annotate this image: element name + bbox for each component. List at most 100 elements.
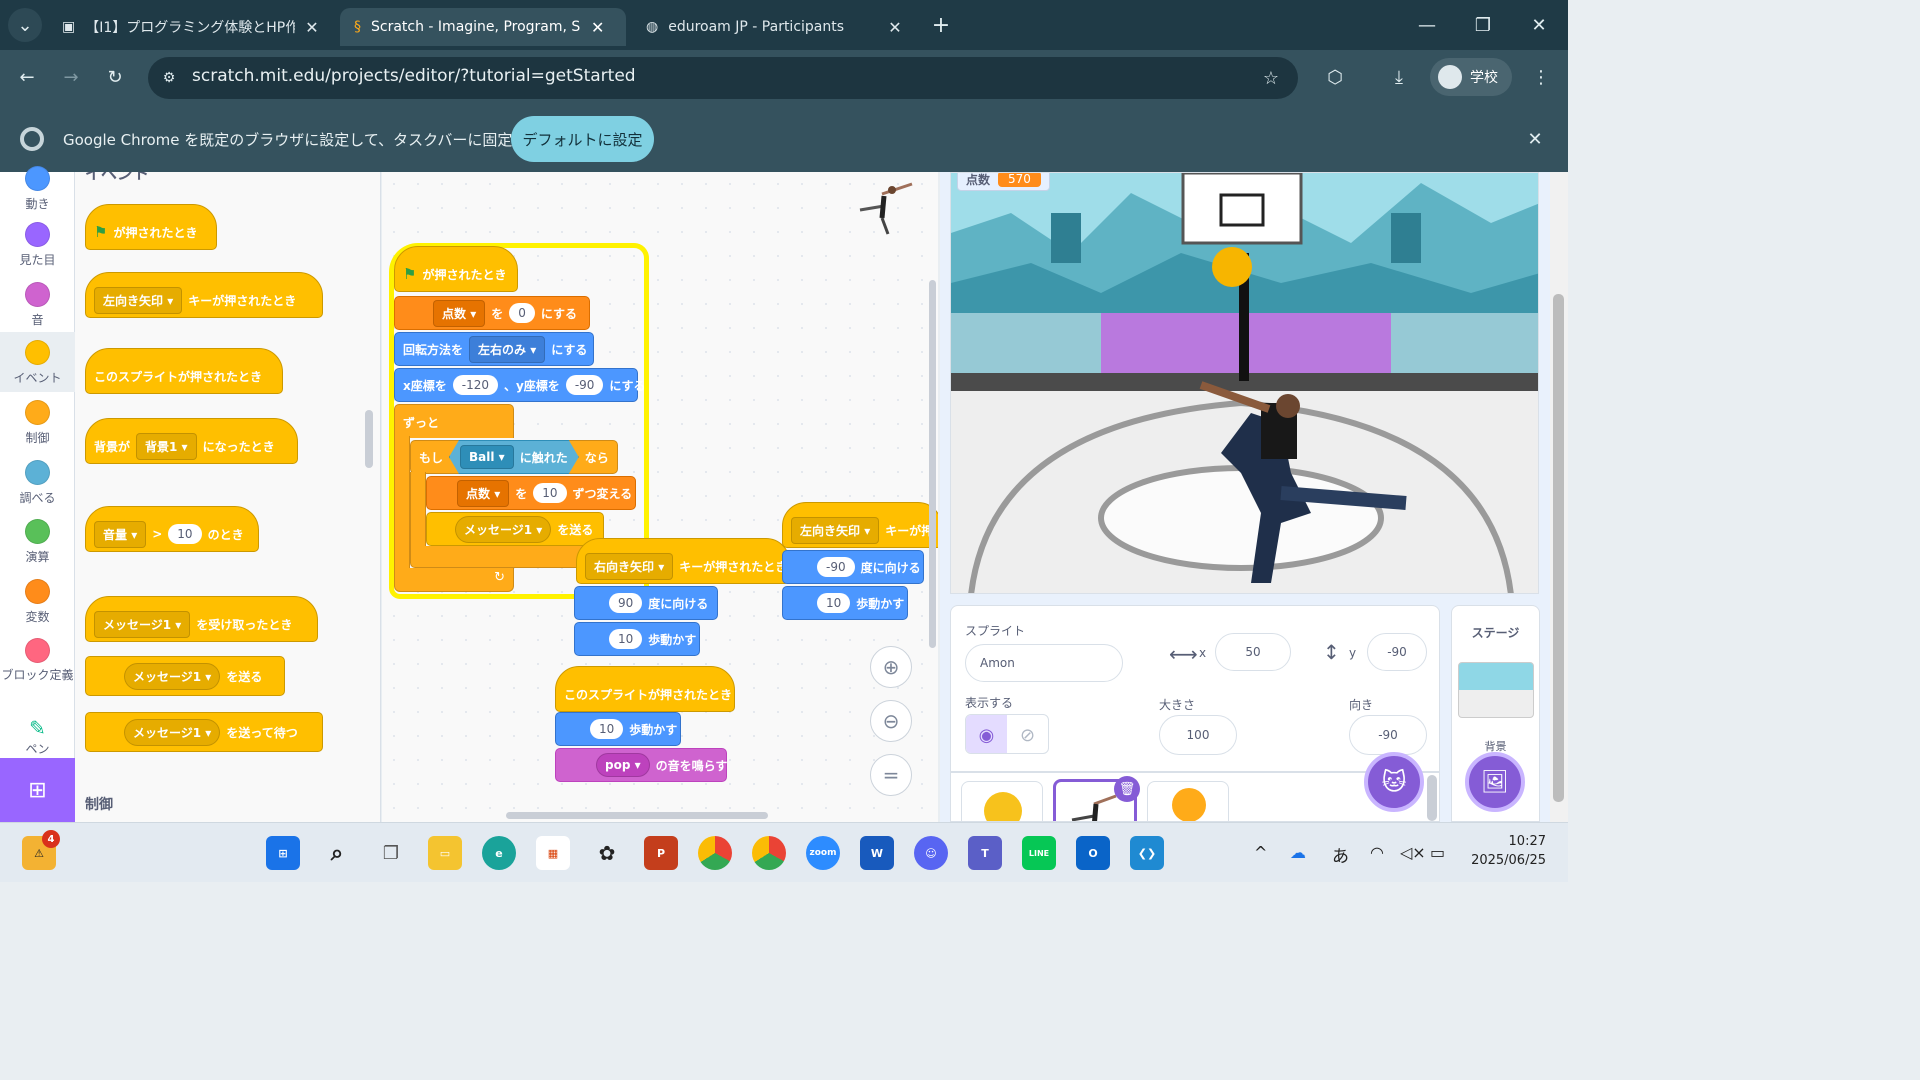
chatgpt-icon[interactable]: ✿ <box>590 836 624 870</box>
outlook-icon[interactable]: O <box>1076 836 1110 870</box>
sprite-list-scrollbar[interactable] <box>1427 775 1437 821</box>
minimize-icon[interactable]: — <box>1410 8 1444 42</box>
stage-thumbnail[interactable] <box>1458 662 1534 718</box>
sprite-name-input[interactable]: Amon <box>965 644 1123 682</box>
word-icon[interactable]: W <box>860 836 894 870</box>
forever-block[interactable]: ずっと <box>394 404 514 438</box>
palette-scrollbar[interactable] <box>365 410 373 468</box>
start-sound-block[interactable]: pop の音を鳴らす <box>555 748 727 782</box>
when-right-arrow-pressed-block[interactable]: 右向き矢印 キーが押されたとき <box>576 538 790 584</box>
infobar-close-icon[interactable]: ✕ <box>1518 122 1552 156</box>
sprite-thumb-cat[interactable] <box>1147 781 1229 821</box>
set-default-button[interactable]: デフォルトに設定 <box>511 116 654 162</box>
palette-when-receive[interactable]: メッセージ1 を受け取ったとき <box>85 596 318 642</box>
move-steps-block[interactable]: 10 歩動かす <box>555 712 681 746</box>
rotation-dropdown[interactable]: 左右のみ <box>469 335 546 363</box>
teams-icon[interactable]: T <box>968 836 1002 870</box>
site-info-icon[interactable]: ⚙ <box>152 61 186 95</box>
key-dropdown[interactable]: 右向き矢印 <box>585 552 674 580</box>
add-extension-button[interactable]: ⊞ <box>0 758 75 822</box>
zoom-reset-icon[interactable]: = <box>870 754 912 796</box>
profile-button[interactable]: 学校 <box>1430 58 1512 96</box>
change-variable-block[interactable]: 点数 を 10 ずつ変える <box>426 476 636 510</box>
value-input[interactable]: 10 <box>168 524 202 544</box>
task-view-icon[interactable]: ❐ <box>374 836 408 870</box>
category-my-blocks[interactable]: ブロック定義 <box>0 638 75 683</box>
wifi-icon[interactable]: ◠ <box>1370 843 1384 862</box>
palette-when-backdrop-switches[interactable]: 背景が 背景1 になったとき <box>85 418 298 464</box>
set-rotation-style-block[interactable]: 回転方法を 左右のみ にする <box>394 332 594 366</box>
ime-indicator[interactable]: あ <box>1332 842 1349 867</box>
point-in-direction-block[interactable]: 90 度に向ける <box>574 586 718 620</box>
stage[interactable]: 点数 570 <box>950 172 1539 594</box>
battery-icon[interactable]: ▭ <box>1430 843 1445 862</box>
restore-icon[interactable]: ❐ <box>1466 8 1500 42</box>
extensions-icon[interactable]: ⬡ <box>1318 60 1352 94</box>
close-icon[interactable]: ✕ <box>305 18 318 37</box>
if-block[interactable]: もし Ball に触れた なら <box>410 440 618 474</box>
back-icon[interactable]: ← <box>10 60 44 94</box>
object-dropdown[interactable]: Ball <box>460 445 514 469</box>
category-motion[interactable]: 動き <box>0 166 75 212</box>
go-to-xy-block[interactable]: x座標を -120 、y座標を -90 にする <box>394 368 646 402</box>
sprite-thumb-ball[interactable] <box>961 781 1043 821</box>
close-icon[interactable]: ✕ <box>888 18 901 37</box>
y-input[interactable]: -90 <box>1367 633 1427 671</box>
chrome-icon[interactable] <box>752 836 786 870</box>
code-workspace[interactable]: ⚑ が押されたとき 点数 を 0 にする 回転方法を 左右のみ にする x座標を… <box>382 172 938 822</box>
close-icon[interactable]: ✕ <box>591 18 604 37</box>
category-events[interactable]: イベント <box>0 340 75 386</box>
palette-when-loudness[interactable]: 音量 > 10 のとき <box>85 506 259 552</box>
category-operators[interactable]: 演算 <box>0 519 75 565</box>
message-dropdown[interactable]: メッセージ1 <box>455 515 552 543</box>
broadcast-block[interactable]: メッセージ1 を送る <box>426 512 604 546</box>
notification-icon[interactable]: ⚠ 4 <box>22 830 60 870</box>
chrome-icon[interactable] <box>698 836 732 870</box>
zoom-icon[interactable]: zoom <box>806 836 840 870</box>
choose-sprite-button[interactable]: 🐱 <box>1364 752 1424 812</box>
palette-broadcast-and-wait[interactable]: メッセージ1 を送って待つ <box>85 712 323 752</box>
choose-backdrop-button[interactable]: 🖼 <box>1465 752 1525 812</box>
delete-sprite-icon[interactable]: 🗑 <box>1114 776 1140 802</box>
hide-eye-icon[interactable]: ⊘ <box>1007 715 1048 753</box>
reload-icon[interactable]: ↻ <box>98 60 132 94</box>
category-variables[interactable]: 変数 <box>0 579 75 625</box>
sensor-dropdown[interactable]: 音量 <box>94 520 147 548</box>
when-this-sprite-clicked-block[interactable]: このスプライトが押されたとき <box>555 666 735 712</box>
tab-course[interactable]: ▣ 【I1】プログラミング体験とHP作成実 ✕ <box>48 8 334 46</box>
message-dropdown[interactable]: メッセージ1 <box>124 662 221 690</box>
category-control[interactable]: 制御 <box>0 400 75 446</box>
line-icon[interactable]: LINE <box>1022 836 1056 870</box>
bookmark-star-icon[interactable]: ☆ <box>1254 61 1288 95</box>
size-input[interactable]: 100 <box>1159 715 1237 755</box>
powerpoint-icon[interactable]: P <box>644 836 678 870</box>
category-looks[interactable]: 見た目 <box>0 222 75 268</box>
url-text[interactable]: scratch.mit.edu/projects/editor/?tutoria… <box>192 66 636 86</box>
variable-dropdown[interactable]: 点数 <box>457 479 510 507</box>
clock-date[interactable]: 2025/06/25 <box>1460 853 1546 868</box>
onedrive-icon[interactable]: ☁ <box>1290 843 1306 862</box>
vscode-icon[interactable]: ❮❯ <box>1130 836 1164 870</box>
tab-eduroam[interactable]: ◍ eduroam JP - Participants ✕ <box>632 8 918 46</box>
page-scrollbar-thumb[interactable] <box>1553 294 1564 802</box>
palette-when-flag-clicked[interactable]: ⚑ が押されたとき <box>85 204 217 250</box>
key-dropdown[interactable]: 左向き矢印 <box>791 516 880 544</box>
when-left-arrow-pressed-block[interactable]: 左向き矢印 キーが押 <box>782 502 938 548</box>
touching-block[interactable]: Ball に触れた <box>449 440 579 474</box>
discord-icon[interactable]: ☺ <box>914 836 948 870</box>
file-explorer-icon[interactable]: ▭ <box>428 836 462 870</box>
backdrop-dropdown[interactable]: 背景1 <box>136 432 197 460</box>
direction-input[interactable]: 90 <box>609 593 643 613</box>
windows-icon[interactable]: ⊞ <box>266 836 300 870</box>
y-input[interactable]: -90 <box>565 375 604 395</box>
edge-icon[interactable]: e <box>482 836 516 870</box>
key-dropdown[interactable]: 左向き矢印 <box>94 286 183 314</box>
value-input[interactable]: 0 <box>509 303 535 323</box>
category-sound[interactable]: 音 <box>0 282 75 328</box>
new-tab-icon[interactable]: + <box>924 8 958 42</box>
category-sensing[interactable]: 調べる <box>0 460 75 506</box>
variable-dropdown[interactable]: 点数 <box>433 299 486 327</box>
x-input[interactable]: 50 <box>1215 633 1291 671</box>
x-input[interactable]: -120 <box>452 375 498 395</box>
direction-input[interactable]: -90 <box>1349 715 1427 755</box>
